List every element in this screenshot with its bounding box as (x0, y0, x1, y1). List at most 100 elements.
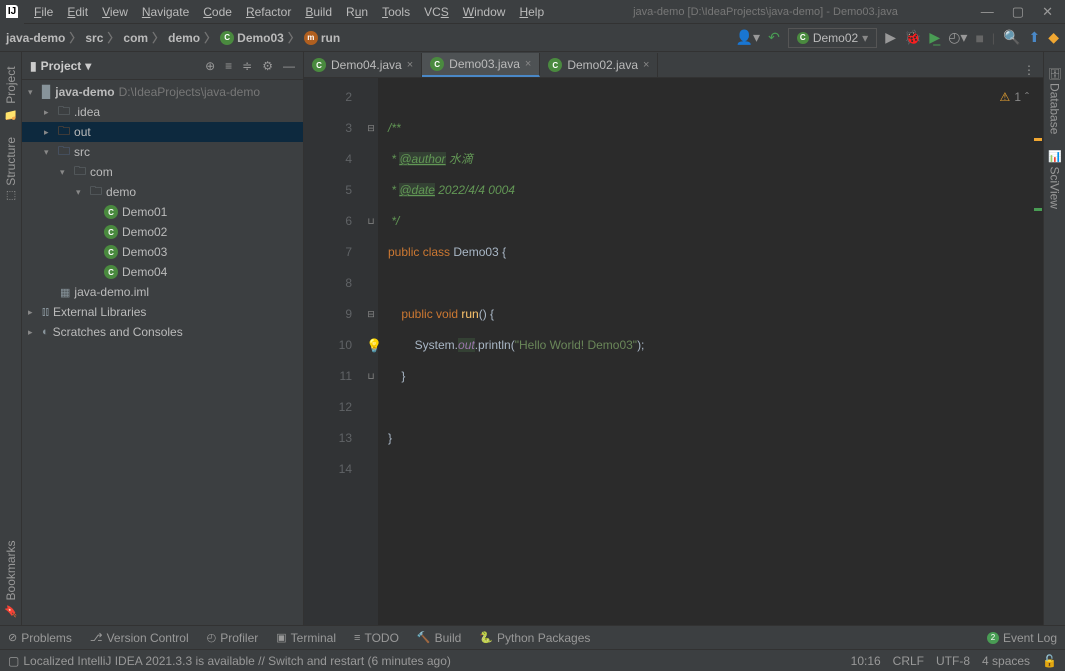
target-icon[interactable]: ⊕ (205, 59, 215, 73)
run-button-icon[interactable]: ▶ (885, 29, 896, 46)
line-gutter[interactable]: 234567891011121314 (304, 78, 364, 625)
menu-run[interactable]: Run (340, 2, 374, 22)
close-tab-icon[interactable]: × (643, 59, 649, 71)
inspection-widget[interactable]: ⚠1 ˆ ˇ (1000, 82, 1037, 113)
tree-class[interactable]: CDemo03 (22, 242, 303, 262)
close-icon[interactable]: ✕ (1042, 4, 1053, 20)
vcs-tool-button[interactable]: ⎇ Version Control (90, 631, 189, 645)
titlebar: IJ File Edit View Navigate Code Refactor… (0, 0, 1065, 24)
structure-tool-button[interactable]: ⬚ Structure (4, 137, 18, 203)
terminal-tool-button[interactable]: ▣ Terminal (276, 631, 336, 645)
menu-file[interactable]: File (28, 2, 59, 22)
event-badge-icon: 2 (987, 632, 999, 644)
tree-class[interactable]: CDemo04 (22, 262, 303, 282)
todo-tool-button[interactable]: ≡ TODO (354, 631, 399, 645)
bc-com[interactable]: com (123, 31, 148, 45)
bc-class[interactable]: Demo03 (237, 31, 284, 45)
tabs-more-icon[interactable]: ⋮ (1015, 63, 1043, 77)
run-config-selector[interactable]: C Demo02 ▾ (788, 28, 877, 48)
add-user-icon[interactable]: 👤▾ (736, 29, 760, 46)
main-area: 📁 Project ⬚ Structure 🔖 Bookmarks ▮ Proj… (0, 52, 1065, 625)
build-tool-button[interactable]: 🔨 Build (417, 631, 461, 645)
menu-build[interactable]: Build (299, 2, 338, 22)
menu-refactor[interactable]: Refactor (240, 2, 297, 22)
tree-src[interactable]: ▾🗀src (22, 142, 303, 162)
indent-config[interactable]: 4 spaces (982, 654, 1030, 668)
editor-tab[interactable]: CDemo02.java× (540, 53, 658, 77)
class-icon: C (548, 58, 562, 72)
class-icon: C (312, 58, 326, 72)
library-icon: ⫾⫾ (42, 306, 49, 319)
coverage-icon[interactable]: ▶̲ (929, 29, 940, 46)
file-encoding[interactable]: UTF-8 (936, 654, 970, 668)
editor-tab[interactable]: CDemo04.java× (304, 53, 422, 77)
tree-scratches[interactable]: ▸◐Scratches and Consoles (22, 322, 303, 342)
collapse-icon[interactable]: ≑ (242, 59, 252, 73)
expand-icon[interactable]: ≡ (225, 59, 232, 73)
hide-icon[interactable]: — (283, 59, 295, 73)
class-icon: C (104, 225, 118, 239)
project-tree[interactable]: ▾▉ java-demo D:\IdeaProjects\java-demo ▸… (22, 80, 303, 625)
editor-tab[interactable]: CDemo03.java× (422, 53, 540, 77)
caret-position[interactable]: 10:16 (851, 654, 881, 668)
class-icon: C (104, 205, 118, 219)
readonly-toggle-icon[interactable]: 🔓 (1042, 654, 1057, 668)
method-icon: m (304, 31, 318, 45)
minimize-icon[interactable]: — (981, 4, 994, 20)
tree-root[interactable]: ▾▉ java-demo D:\IdeaProjects\java-demo (22, 82, 303, 102)
tree-libs[interactable]: ▸⫾⫾External Libraries (22, 302, 303, 322)
sync-icon[interactable]: ⬆ (1028, 29, 1040, 46)
intention-bulb-icon[interactable]: 💡 (366, 330, 382, 361)
settings-icon[interactable]: ⚙ (262, 59, 273, 73)
file-icon: ▦ (60, 286, 70, 299)
bookmarks-tool-button[interactable]: 🔖 Bookmarks (4, 540, 18, 617)
problems-tool-button[interactable]: ⊘ Problems (8, 631, 72, 645)
maximize-icon[interactable]: ▢ (1012, 4, 1024, 20)
status-message[interactable]: ▢ Localized IntelliJ IDEA 2021.3.3 is av… (8, 654, 451, 668)
event-log-button[interactable]: 2 Event Log (987, 631, 1057, 645)
menu-help[interactable]: Help (513, 2, 550, 22)
menu-navigate[interactable]: Navigate (136, 2, 195, 22)
editor-tabs: CDemo04.java× CDemo03.java× CDemo02.java… (304, 52, 1043, 78)
project-tool-button[interactable]: 📁 Project (4, 66, 18, 121)
menu-tools[interactable]: Tools (376, 2, 416, 22)
debug-button-icon[interactable]: 🐞 (904, 29, 921, 46)
bc-method[interactable]: run (321, 31, 340, 45)
database-tool-button[interactable]: 🗄 Database (1048, 66, 1062, 134)
python-tool-button[interactable]: 🐍 Python Packages (479, 631, 590, 645)
error-stripe[interactable] (1033, 78, 1043, 625)
menu-vcs[interactable]: VCS (418, 2, 455, 22)
project-panel-title[interactable]: ▮ Project ▾ (30, 59, 91, 73)
breadcrumb[interactable]: java-demo 〉 src 〉 com 〉 demo 〉 C Demo03 … (6, 29, 340, 46)
tree-iml[interactable]: ▦java-demo.iml (22, 282, 303, 302)
bc-src[interactable]: src (85, 31, 103, 45)
line-separator[interactable]: CRLF (893, 654, 924, 668)
menu-code[interactable]: Code (197, 2, 238, 22)
class-icon: C (797, 32, 809, 44)
status-bar: ▢ Localized IntelliJ IDEA 2021.3.3 is av… (0, 649, 1065, 671)
search-icon[interactable]: 🔍 (1003, 29, 1020, 46)
profile-icon[interactable]: ◴▾ (948, 29, 967, 46)
ide-tools-icon[interactable]: ◆ (1048, 29, 1059, 46)
tree-idea[interactable]: ▸🗀.idea (22, 102, 303, 122)
tree-demo[interactable]: ▾🗀demo (22, 182, 303, 202)
menu-view[interactable]: View (96, 2, 134, 22)
code-editor[interactable]: 234567891011121314 ⊟⊔⊟⊔ ⚠1 ˆ ˇ /** * @au… (304, 78, 1043, 625)
bc-project[interactable]: java-demo (6, 31, 65, 45)
menu-edit[interactable]: Edit (61, 2, 94, 22)
profiler-tool-button[interactable]: ◴ Profiler (207, 631, 259, 645)
back-arrow-icon[interactable]: ↶ (768, 29, 780, 46)
bottom-tool-stripe: ⊘ Problems ⎇ Version Control ◴ Profiler … (0, 625, 1065, 649)
bc-demo[interactable]: demo (168, 31, 200, 45)
tree-out[interactable]: ▸🗀out (22, 122, 303, 142)
menu-window[interactable]: Window (457, 2, 512, 22)
tree-class[interactable]: CDemo02 (22, 222, 303, 242)
close-tab-icon[interactable]: × (525, 58, 531, 70)
stop-icon[interactable]: ■ (975, 30, 983, 46)
tree-class[interactable]: CDemo01 (22, 202, 303, 222)
editor-area: CDemo04.java× CDemo03.java× CDemo02.java… (304, 52, 1043, 625)
close-tab-icon[interactable]: × (407, 59, 413, 71)
tree-com[interactable]: ▾🗀com (22, 162, 303, 182)
sciview-tool-button[interactable]: 📊 SciView (1048, 150, 1062, 209)
code-content[interactable]: ⚠1 ˆ ˇ /** * @author 水滴 * @date 2022/4/4… (378, 78, 1043, 625)
